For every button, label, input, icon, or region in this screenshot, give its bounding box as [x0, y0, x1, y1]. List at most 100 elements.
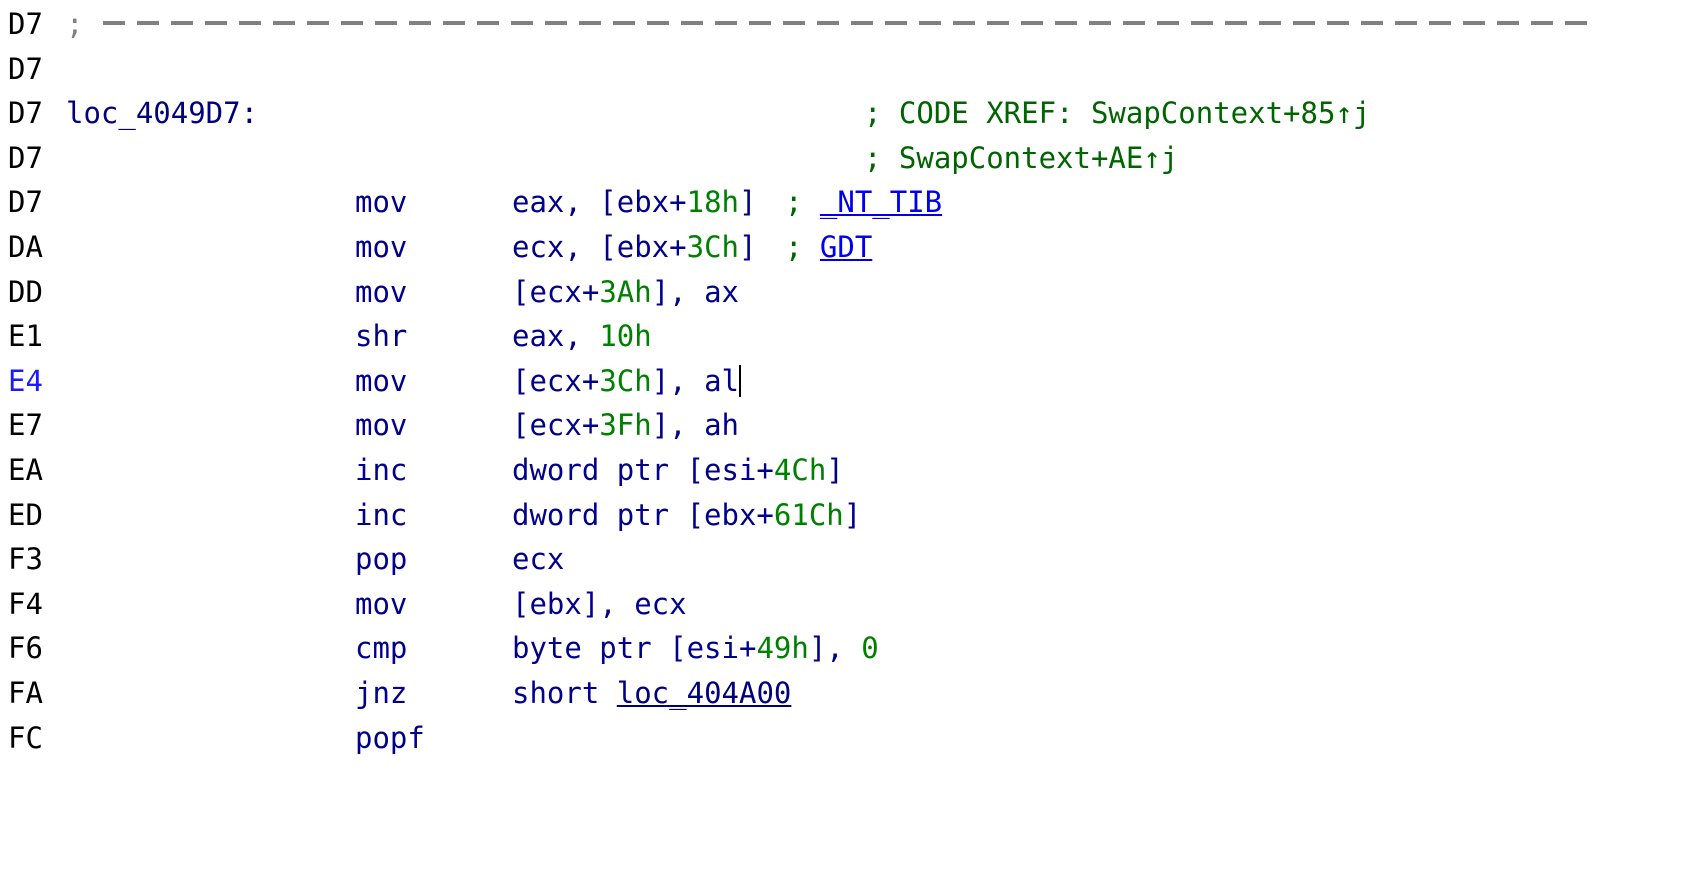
operand-register: byte ptr [esi+: [512, 631, 757, 666]
code-label[interactable]: loc_4049D7:: [66, 91, 258, 136]
listing-row[interactable]: F4 mov [ebx], ecx: [0, 582, 1681, 627]
address-cell: D7: [8, 51, 43, 86]
operand-register: ecx: [512, 542, 565, 577]
operand-number: 49h: [756, 631, 809, 666]
mnemonic[interactable]: mov: [355, 359, 407, 404]
mnemonic[interactable]: shr: [355, 314, 407, 359]
address-cell: D7: [8, 96, 43, 131]
listing-row[interactable]: F6 cmp byte ptr [esi+49h], 0: [0, 626, 1681, 671]
separator-rule: [103, 21, 1590, 25]
address-cell: D7: [8, 140, 43, 175]
operand-register: [ecx+: [512, 408, 600, 443]
operand-tail: ]: [826, 452, 844, 487]
listing-row-current[interactable]: E4 mov [ecx+3Ch], al: [0, 359, 1681, 404]
operands[interactable]: eax, [ebx+18h]: [512, 180, 756, 225]
operand-tail: ]: [739, 229, 757, 264]
address-cell: F6: [8, 631, 43, 666]
struct-symbol[interactable]: GDT: [820, 230, 872, 264]
listing-row[interactable]: E1 shr eax, 10h: [0, 314, 1681, 359]
mnemonic[interactable]: mov: [355, 270, 407, 315]
jump-target-label[interactable]: loc_404A00: [617, 676, 792, 710]
operand-register: eax, [ebx+: [512, 185, 687, 220]
address-cell: FA: [8, 675, 43, 710]
address-cell: E1: [8, 319, 43, 354]
operand-number: 61Ch: [773, 497, 844, 532]
address-cell: EA: [8, 452, 43, 487]
operand-number: 4Ch: [773, 452, 827, 487]
mnemonic[interactable]: cmp: [355, 626, 407, 671]
listing-row[interactable]: D7 ; SwapContext+AE↑j: [0, 136, 1681, 181]
address-cell: F4: [8, 586, 43, 621]
inline-comment: ; GDT: [785, 225, 872, 270]
mnemonic[interactable]: mov: [355, 180, 407, 225]
listing-row[interactable]: DD mov [ecx+3Ah], ax: [0, 270, 1681, 315]
operand-number: 3Ch: [599, 363, 652, 398]
listing-row[interactable]: DA mov ecx, [ebx+3Ch] ; GDT: [0, 225, 1681, 270]
address-cell: DD: [8, 274, 43, 309]
operands[interactable]: [ebx], ecx: [512, 582, 687, 627]
mnemonic[interactable]: mov: [355, 403, 407, 448]
operand-number-2: 0: [861, 631, 879, 666]
operand-register: eax,: [512, 319, 600, 354]
operand-register: ecx, [ebx+: [512, 229, 687, 264]
listing-row[interactable]: FA jnz short loc_404A00: [0, 671, 1681, 716]
mnemonic[interactable]: mov: [355, 225, 407, 270]
operand-tail: ], ah: [651, 408, 740, 443]
operand-register: dword ptr [esi+: [512, 452, 774, 487]
comment-semicolon: ;: [66, 7, 84, 41]
operand-tail: ],: [808, 631, 862, 666]
operand-number: 10h: [599, 319, 652, 354]
listing-row[interactable]: D7 loc_4049D7: ; CODE XREF: SwapContext+…: [0, 91, 1681, 136]
mnemonic[interactable]: popf: [355, 716, 425, 761]
inline-comment: ; _NT_TIB: [785, 180, 942, 225]
operand-register: [ecx+: [512, 274, 600, 309]
mnemonic[interactable]: inc: [355, 448, 407, 493]
operands[interactable]: [ecx+3Ah], ax: [512, 270, 739, 315]
address-cell: DA: [8, 229, 43, 264]
operand-prefix: short: [512, 675, 617, 710]
mnemonic[interactable]: inc: [355, 493, 407, 538]
listing-row[interactable]: F3 pop ecx: [0, 537, 1681, 582]
operands[interactable]: dword ptr [esi+4Ch]: [512, 448, 844, 493]
struct-symbol[interactable]: _NT_TIB: [820, 185, 942, 219]
address-cell: D7: [8, 185, 43, 220]
operands[interactable]: dword ptr [ebx+61Ch]: [512, 493, 861, 538]
mnemonic[interactable]: jnz: [355, 671, 407, 716]
listing-row[interactable]: D7 mov eax, [ebx+18h] ; _NT_TIB: [0, 180, 1681, 225]
listing-row[interactable]: EA inc dword ptr [esi+4Ch]: [0, 448, 1681, 493]
operand-tail: ], ax: [651, 274, 740, 309]
operands[interactable]: short loc_404A00: [512, 671, 791, 716]
text-cursor: [739, 364, 742, 397]
address-cell: ED: [8, 497, 43, 532]
operands[interactable]: eax, 10h: [512, 314, 652, 359]
operand-register: dword ptr [ebx+: [512, 497, 774, 532]
address-cell: E7: [8, 408, 43, 443]
operands[interactable]: [ecx+3Ch], al: [512, 359, 742, 404]
operand-number: 3Ch: [686, 229, 739, 264]
operands[interactable]: ecx, [ebx+3Ch]: [512, 225, 756, 270]
address-cell: D7: [8, 7, 43, 41]
listing-row[interactable]: D7: [0, 47, 1681, 92]
operand-tail: ]: [843, 497, 862, 532]
address-cell: F3: [8, 542, 43, 577]
listing-row[interactable]: ED inc dword ptr [ebx+61Ch]: [0, 493, 1681, 538]
comment-semicolon: ;: [785, 229, 820, 264]
mnemonic[interactable]: mov: [355, 582, 407, 627]
listing-row[interactable]: E7 mov [ecx+3Fh], ah: [0, 403, 1681, 448]
listing-row[interactable]: D7 ;: [0, 2, 1681, 47]
operand-number: 3Fh: [599, 408, 652, 443]
xref-comment: ; SwapContext+AE↑j: [864, 140, 1179, 175]
comment-semicolon: ;: [785, 185, 820, 220]
address-cell-current: E4: [8, 363, 43, 398]
listing-row[interactable]: FC popf: [0, 716, 1681, 761]
disassembly-listing[interactable]: D7 ; D7 D7 loc_4049D7: ; CODE XREF: Swap…: [0, 0, 1681, 755]
operand-register: [ebx], ecx: [512, 586, 687, 621]
operand-number: 3Ah: [599, 274, 652, 309]
operand-tail: ]: [739, 185, 757, 220]
address-cell: FC: [8, 720, 43, 755]
operands[interactable]: ecx: [512, 537, 564, 582]
mnemonic[interactable]: pop: [355, 537, 407, 582]
operands[interactable]: byte ptr [esi+49h], 0: [512, 626, 879, 671]
operands[interactable]: [ecx+3Fh], ah: [512, 403, 739, 448]
operand-tail: ], al: [651, 363, 740, 398]
